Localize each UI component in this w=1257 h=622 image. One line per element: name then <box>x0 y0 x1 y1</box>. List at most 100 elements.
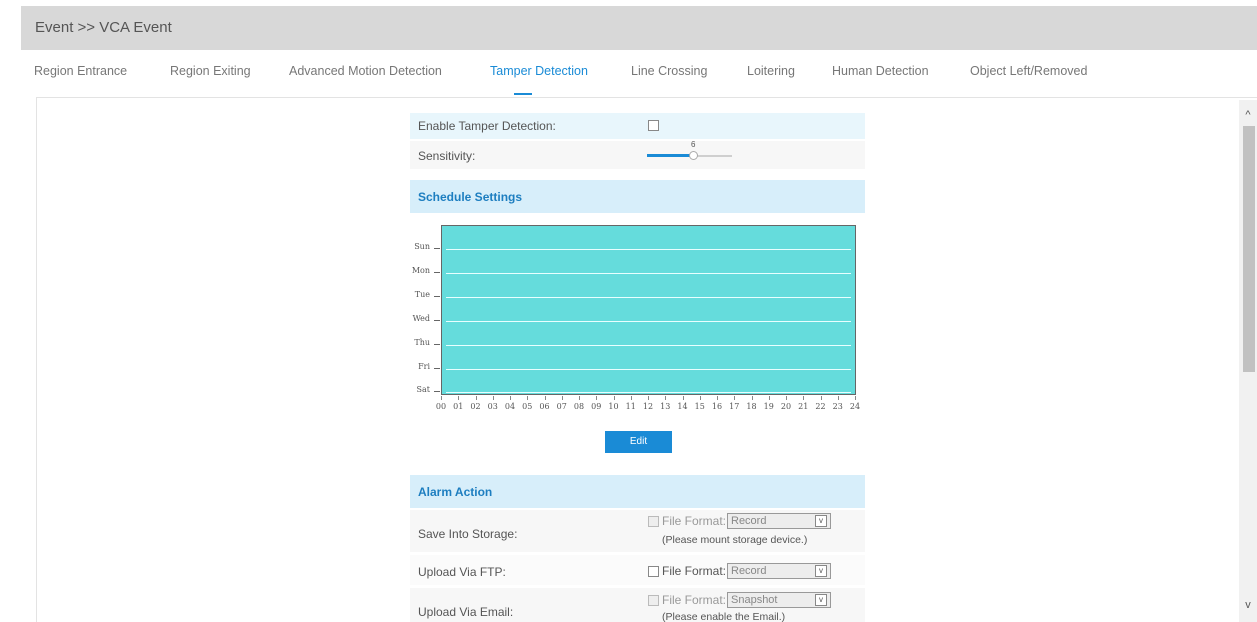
hour-tick <box>768 396 770 400</box>
sensitivity-row: Sensitivity: <box>410 141 865 169</box>
hour-label: 14 <box>677 402 688 411</box>
hour-tick <box>544 396 546 400</box>
schedule-day-line <box>446 320 851 322</box>
hour-tick <box>717 396 718 400</box>
tab-human-detection[interactable]: Human Detection <box>832 64 929 78</box>
hour-label: 20 <box>780 402 792 411</box>
enable-label: Enable Tamper Detection: <box>418 119 556 133</box>
ftp-checkbox[interactable] <box>648 566 659 577</box>
schedule-day-line <box>446 344 851 346</box>
alarm-action-header: Alarm Action <box>410 475 865 508</box>
hour-tick <box>734 396 736 400</box>
day-label: Sun <box>414 242 430 251</box>
tab-loitering[interactable]: Loitering <box>747 64 795 78</box>
hour-tick <box>510 396 511 400</box>
day-label: Mon <box>411 265 430 275</box>
hour-tick <box>630 396 632 400</box>
hour-tick <box>820 396 822 400</box>
hour-tick <box>458 396 460 400</box>
day-tick <box>434 391 440 393</box>
chevron-down-icon: v <box>815 594 827 606</box>
schedule-day-line <box>446 249 851 250</box>
active-tab-indicator <box>514 93 532 95</box>
hour-label: 13 <box>660 402 671 411</box>
day-label: Tue <box>414 289 430 299</box>
hour-label: 11 <box>625 402 636 411</box>
day-tick <box>434 343 440 345</box>
email-label: Upload Via Email: <box>418 605 514 619</box>
schedule-day-line <box>446 368 851 370</box>
email-format-select[interactable]: Snapshot v <box>727 592 831 608</box>
hour-label: 05 <box>522 402 533 411</box>
tab-object-left-removed[interactable]: Object Left/Removed <box>970 64 1087 78</box>
hour-label: 22 <box>815 402 826 411</box>
storage-checkbox[interactable] <box>648 516 659 527</box>
storage-hint: (Please mount storage device.) <box>662 534 808 546</box>
hour-tick <box>682 396 684 400</box>
schedule-chart-area[interactable] <box>441 225 856 395</box>
sensitivity-slider-handle[interactable] <box>689 151 698 160</box>
hour-tick <box>751 396 753 400</box>
hour-tick <box>579 396 580 400</box>
chevron-down-icon: v <box>815 565 827 577</box>
hour-tick <box>613 396 615 400</box>
hour-tick <box>786 396 787 400</box>
hour-label: 06 <box>539 402 550 411</box>
day-label: Wed <box>412 313 430 323</box>
ftp-label: Upload Via FTP: <box>418 565 506 579</box>
hour-label: 04 <box>504 402 516 411</box>
day-tick <box>434 367 440 369</box>
hour-tick <box>648 396 649 400</box>
storage-label: Save Into Storage: <box>418 527 518 541</box>
scroll-down-icon[interactable]: v <box>1239 596 1257 614</box>
vertical-scrollbar[interactable]: ^ v <box>1239 100 1257 622</box>
sensitivity-label: Sensitivity: <box>418 149 476 163</box>
tab-line-crossing[interactable]: Line Crossing <box>631 64 707 78</box>
tab-region-exiting[interactable]: Region Exiting <box>170 64 251 78</box>
scroll-up-icon[interactable]: ^ <box>1239 106 1257 124</box>
tab-advanced-motion-detection[interactable]: Advanced Motion Detection <box>289 64 442 78</box>
hour-tick <box>855 396 856 400</box>
day-label: Fri <box>418 361 430 371</box>
page-title: Event >> VCA Event <box>35 19 172 36</box>
schedule-day-line <box>446 296 851 298</box>
enable-row: Enable Tamper Detection: <box>410 113 865 139</box>
hour-tick <box>665 396 667 400</box>
tab-tamper-detection[interactable]: Tamper Detection <box>490 64 588 78</box>
scrollbar-thumb[interactable] <box>1243 126 1255 372</box>
hour-label: 03 <box>487 402 498 411</box>
hour-label: 16 <box>711 402 723 411</box>
hour-label: 08 <box>573 402 585 411</box>
sensitivity-slider-fill <box>647 154 694 157</box>
day-label: Sat <box>416 385 430 395</box>
email-format-value: Snapshot <box>731 594 778 606</box>
schedule-edit-button[interactable]: Edit <box>605 431 672 453</box>
hour-label: 09 <box>591 402 602 411</box>
hour-label: 02 <box>470 402 481 411</box>
tab-region-entrance[interactable]: Region Entrance <box>34 64 127 78</box>
hour-label: 19 <box>763 402 774 411</box>
hour-label: 00 <box>435 402 447 411</box>
schedule-day-line <box>446 392 851 394</box>
hour-label: 24 <box>849 402 861 411</box>
schedule-day-line <box>446 272 851 274</box>
enable-tamper-checkbox[interactable] <box>648 120 659 131</box>
ftp-format-select[interactable]: Record v <box>727 563 831 579</box>
hour-tick <box>527 396 529 400</box>
day-tick <box>434 295 440 297</box>
ftp-file-format-label: File Format: <box>662 564 727 578</box>
day-tick <box>434 319 440 321</box>
sensitivity-value: 6 <box>691 140 696 149</box>
hour-tick <box>475 396 477 400</box>
hour-label: 21 <box>798 402 809 411</box>
day-tick <box>434 271 440 273</box>
hour-label: 07 <box>556 402 567 411</box>
email-checkbox[interactable] <box>648 595 659 606</box>
storage-file-format-label: File Format: <box>662 514 727 528</box>
hour-tick <box>837 396 839 400</box>
day-label: Thu <box>414 337 430 347</box>
storage-format-value: Record <box>731 515 767 527</box>
storage-format-select[interactable]: Record v <box>727 513 831 529</box>
alarm-action-title: Alarm Action <box>418 485 493 499</box>
hour-label: 17 <box>729 402 740 411</box>
